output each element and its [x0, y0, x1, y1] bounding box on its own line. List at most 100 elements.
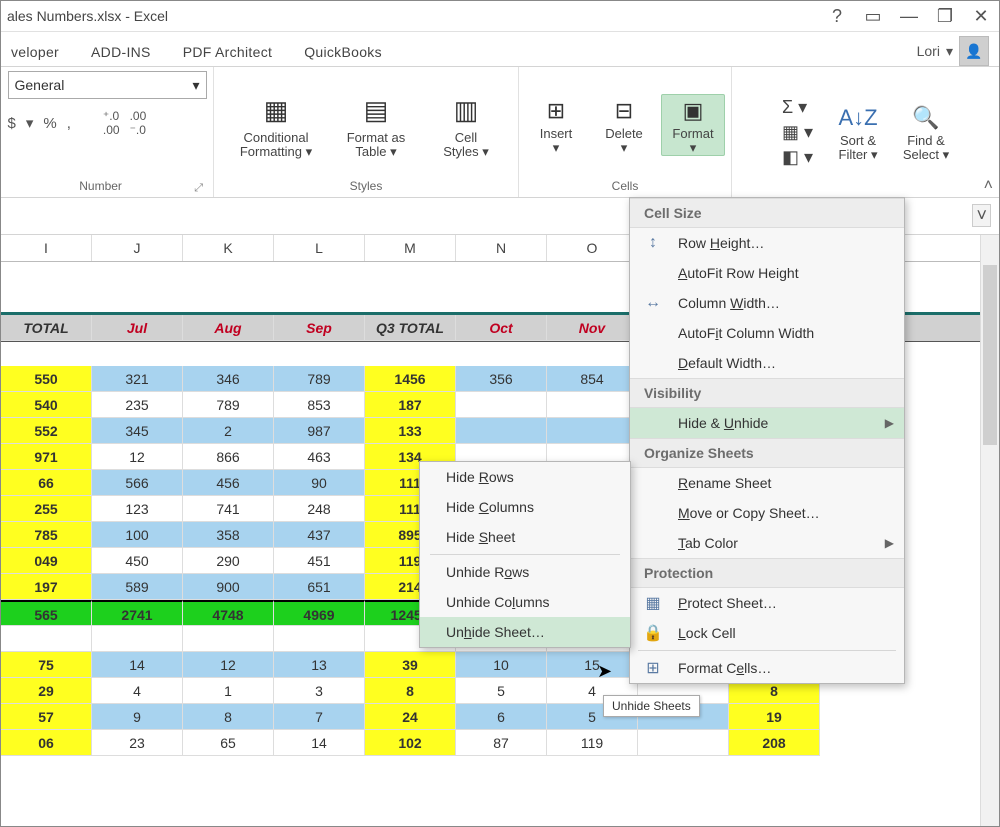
cell[interactable]: 789 — [183, 392, 274, 418]
cell[interactable]: 356 — [456, 366, 547, 392]
submenu-unhide-sheet[interactable]: Unhide Sheet… — [420, 617, 630, 647]
cell[interactable]: 463 — [274, 444, 365, 470]
menu-protect-sheet[interactable]: ▦Protect Sheet… — [630, 588, 904, 618]
cell[interactable]: 565 — [1, 600, 92, 626]
column-header[interactable]: I — [1, 235, 92, 261]
cell[interactable]: 65 — [183, 730, 274, 756]
cell[interactable]: 853 — [274, 392, 365, 418]
menu-move-copy[interactable]: Move or Copy Sheet… — [630, 498, 904, 528]
cell[interactable]: 87 — [456, 730, 547, 756]
cell[interactable]: 8 — [183, 704, 274, 730]
menu-autofit-row[interactable]: AutoFit Row Height — [630, 258, 904, 288]
cell[interactable]: 6 — [456, 704, 547, 730]
cell[interactable] — [547, 418, 638, 444]
cell[interactable]: 14 — [92, 652, 183, 678]
cell[interactable]: 566 — [92, 470, 183, 496]
cell[interactable]: 2741 — [92, 600, 183, 626]
tab-quickbooks[interactable]: QuickBooks — [300, 38, 386, 66]
vertical-scrollbar[interactable] — [980, 235, 999, 826]
insert-button[interactable]: ⊞ Insert▾ — [525, 95, 587, 156]
cell[interactable]: 971 — [1, 444, 92, 470]
format-as-table-button[interactable]: ▤ Format asTable ▾ — [329, 89, 423, 162]
menu-default-width[interactable]: Default Width… — [630, 348, 904, 378]
cell[interactable]: 187 — [365, 392, 456, 418]
cell[interactable]: 651 — [274, 574, 365, 600]
cell[interactable]: 10 — [456, 652, 547, 678]
menu-format-cells[interactable]: ⊞Format Cells… — [630, 653, 904, 683]
menu-tab-color[interactable]: Tab Color▶ — [630, 528, 904, 558]
column-header[interactable]: J — [92, 235, 183, 261]
cell[interactable]: 4748 — [183, 600, 274, 626]
percent-button[interactable]: % — [43, 115, 56, 132]
cell[interactable] — [547, 392, 638, 418]
cell[interactable]: 437 — [274, 522, 365, 548]
cell[interactable]: 66 — [1, 470, 92, 496]
column-header[interactable]: O — [547, 235, 638, 261]
column-header[interactable]: M — [365, 235, 456, 261]
cell[interactable]: 900 — [183, 574, 274, 600]
table-row[interactable]: 57987246519 — [1, 704, 999, 730]
cell[interactable]: 866 — [183, 444, 274, 470]
decrease-decimal-icon[interactable]: .00⁻.0 — [130, 109, 147, 137]
sort-filter-button[interactable]: A↓Z Sort &Filter ▾ — [827, 102, 889, 163]
cell[interactable]: 741 — [183, 496, 274, 522]
cell[interactable]: 8 — [365, 678, 456, 704]
clear-button[interactable]: ◧ ▾ — [782, 147, 813, 168]
cell[interactable] — [92, 626, 183, 652]
ribbon-options-icon[interactable]: ▭ — [855, 6, 891, 27]
tab-addins[interactable]: ADD-INS — [87, 38, 155, 66]
dialog-launcher-icon[interactable]: ⤢ — [194, 182, 203, 195]
menu-row-height[interactable]: ↕Row Height… — [630, 228, 904, 258]
increase-decimal-icon[interactable]: ⁺.0.00 — [103, 109, 120, 137]
submenu-unhide-columns[interactable]: Unhide Columns — [420, 587, 630, 617]
cell[interactable] — [274, 626, 365, 652]
cell[interactable]: 57 — [1, 704, 92, 730]
cell[interactable]: 552 — [1, 418, 92, 444]
cell[interactable]: 90 — [274, 470, 365, 496]
cell[interactable]: 100 — [92, 522, 183, 548]
cell[interactable]: 12 — [183, 652, 274, 678]
cell[interactable]: 19 — [729, 704, 820, 730]
conditional-formatting-button[interactable]: ▦ ConditionalFormatting ▾ — [229, 89, 323, 162]
fill-button[interactable]: ▦ ▾ — [782, 122, 813, 143]
cell[interactable]: 24 — [365, 704, 456, 730]
cell[interactable]: 1 — [183, 678, 274, 704]
submenu-hide-rows[interactable]: Hide Rows — [420, 462, 630, 492]
minimize-icon[interactable]: — — [891, 6, 927, 27]
menu-rename-sheet[interactable]: Rename Sheet — [630, 468, 904, 498]
cell[interactable]: 290 — [183, 548, 274, 574]
cell[interactable]: 9 — [92, 704, 183, 730]
scrollbar-thumb[interactable] — [983, 265, 997, 445]
cell[interactable]: 987 — [274, 418, 365, 444]
cell[interactable]: 3 — [274, 678, 365, 704]
cell[interactable]: 451 — [274, 548, 365, 574]
cell[interactable] — [638, 730, 729, 756]
cell[interactable]: 1456 — [365, 366, 456, 392]
cell[interactable]: 248 — [274, 496, 365, 522]
find-select-button[interactable]: 🔍 Find &Select ▾ — [895, 102, 957, 163]
cell[interactable]: 208 — [729, 730, 820, 756]
cell[interactable]: 550 — [1, 366, 92, 392]
cell[interactable]: 197 — [1, 574, 92, 600]
cell[interactable]: 456 — [183, 470, 274, 496]
cell[interactable]: 789 — [274, 366, 365, 392]
cell[interactable]: 14 — [274, 730, 365, 756]
cell[interactable] — [183, 626, 274, 652]
delete-button[interactable]: ⊟ Delete▾ — [593, 95, 655, 156]
cell[interactable]: 854 — [547, 366, 638, 392]
cell[interactable]: 5 — [456, 678, 547, 704]
cell[interactable]: 06 — [1, 730, 92, 756]
close-icon[interactable]: ✕ — [963, 6, 999, 27]
cell[interactable]: 7 — [274, 704, 365, 730]
cell[interactable]: 358 — [183, 522, 274, 548]
column-header[interactable]: N — [456, 235, 547, 261]
expand-formula-bar-icon[interactable]: ˅ — [972, 204, 991, 227]
cell[interactable]: 321 — [92, 366, 183, 392]
cell-styles-button[interactable]: ▥ CellStyles ▾ — [429, 89, 503, 162]
cell[interactable]: 2 — [183, 418, 274, 444]
cell[interactable]: 15 — [547, 652, 638, 678]
menu-autofit-column[interactable]: AutoFit Column Width — [630, 318, 904, 348]
cell[interactable]: 29 — [1, 678, 92, 704]
menu-lock-cell[interactable]: 🔒Lock Cell — [630, 618, 904, 648]
submenu-unhide-rows[interactable]: Unhide Rows — [420, 557, 630, 587]
